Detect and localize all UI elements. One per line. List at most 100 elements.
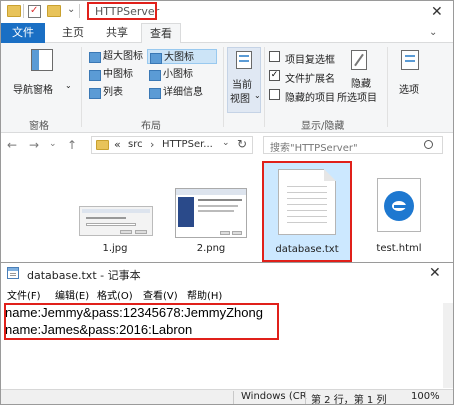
status-encoding: Windows (CR <box>241 391 307 402</box>
file-item-database-txt[interactable]: database.txt <box>262 161 352 262</box>
status-position: 第 2 行，第 1 列 <box>311 395 387 406</box>
close-icon[interactable]: ✕ <box>431 4 443 20</box>
file-name: 2.png <box>196 243 226 254</box>
check-icon: ✓ <box>270 70 279 80</box>
hide-selected-label-line2: 所选项目 <box>337 93 377 104</box>
up-arrow-icon[interactable]: ↑ <box>67 138 77 152</box>
address-bar-row: ← → ⌄ ↑ « src › HTTPSer... ⌄ ↻ 搜索"HTTPSe… <box>1 134 453 156</box>
search-input[interactable]: 搜索"HTTPServer" <box>270 139 358 154</box>
breadcrumb-segment-httpserver[interactable]: HTTPSer... <box>162 139 213 150</box>
layout-large-icons[interactable]: 大图标 <box>147 49 217 64</box>
file-name: database.txt <box>275 244 339 255</box>
folder-icon <box>96 140 109 150</box>
group-label-layout: 布局 <box>141 121 161 132</box>
breadcrumb-separator[interactable]: › <box>150 138 154 151</box>
group-label-panes: 窗格 <box>29 121 49 132</box>
checkbox-checked[interactable]: ✓ <box>269 70 280 81</box>
address-dropdown-icon[interactable]: ⌄ <box>222 138 230 148</box>
file-item-test-html[interactable]: test.html <box>359 176 439 262</box>
divider <box>233 391 234 404</box>
layout-small-icons[interactable]: 小图标 <box>147 67 217 82</box>
menu-view[interactable]: 查看(V) <box>143 287 178 302</box>
breadcrumb-segment-src[interactable]: src <box>128 139 143 150</box>
file-item-1-jpg[interactable]: 1.jpg <box>75 200 155 262</box>
chevron-down-icon: ⌄ <box>254 91 261 100</box>
divider <box>23 4 24 18</box>
divider <box>81 47 82 127</box>
tab-share[interactable]: 共享 <box>97 23 137 43</box>
tab-view[interactable]: 查看 <box>141 23 181 44</box>
layout-medium-icons[interactable]: 中图标 <box>87 67 147 82</box>
hide-selected-icon <box>351 50 367 70</box>
tab-file[interactable]: 文件 <box>1 23 45 43</box>
forward-arrow-icon[interactable]: → <box>29 138 39 152</box>
file-name: 1.jpg <box>102 243 128 254</box>
menu-format[interactable]: 格式(O) <box>97 287 133 302</box>
layout-details[interactable]: 详细信息 <box>147 85 217 100</box>
navigation-pane-icon <box>31 49 53 71</box>
options-button[interactable]: 选项 <box>391 47 431 113</box>
checkbox[interactable] <box>269 51 280 62</box>
layout-item-label: 大图标 <box>164 52 194 63</box>
current-view-icon <box>236 51 252 69</box>
jpg-thumbnail <box>79 206 153 236</box>
title-bar: ✓ ⌄ HTTPServer ✕ <box>1 1 453 23</box>
new-folder-icon[interactable] <box>47 5 61 17</box>
hide-selected-label-line1: 隐藏 <box>351 79 371 90</box>
navigation-pane-button[interactable]: 导航窗格 ⌄ <box>7 47 77 113</box>
notepad-menu-bar: 文件(F) 编辑(E) 格式(O) 查看(V) 帮助(H) <box>1 284 453 302</box>
layout-list[interactable]: 列表 <box>87 85 147 100</box>
breadcrumb-more[interactable]: « <box>114 138 121 151</box>
notepad-title-bar: database.txt - 记事本 ✕ <box>1 263 453 283</box>
current-view-button[interactable]: 当前 视图 ⌄ <box>227 47 261 113</box>
current-view-label-line1: 当前 <box>232 80 252 91</box>
menu-help[interactable]: 帮助(H) <box>187 287 222 302</box>
file-item-2-png[interactable]: 2.png <box>171 184 251 262</box>
recent-locations-icon[interactable]: ⌄ <box>49 139 57 149</box>
ribbon-collapse-icon[interactable]: ⌄ <box>429 27 437 38</box>
checkbox[interactable] <box>269 89 280 100</box>
highlight-box <box>87 2 157 20</box>
file-name: test.html <box>376 243 422 254</box>
layout-item-label: 小图标 <box>163 69 193 80</box>
file-explorer-window: ✓ ⌄ HTTPServer ✕ 文件 主页 共享 查看 ⌄ 导航窗格 ⌄ 窗格… <box>0 0 454 262</box>
highlight-box <box>4 303 279 340</box>
current-view-label-line2: 视图 <box>230 94 250 105</box>
ribbon: 导航窗格 ⌄ 窗格 超大图标 大图标 中图标 小图标 列表 详细信息 布局 当前… <box>1 43 453 133</box>
properties-icon[interactable]: ✓ <box>28 5 41 18</box>
back-arrow-icon[interactable]: ← <box>7 138 17 152</box>
chevron-down-icon: ⌄ <box>65 81 72 90</box>
ribbon-tabs: 文件 主页 共享 查看 ⌄ <box>1 23 453 44</box>
menu-edit[interactable]: 编辑(E) <box>55 287 89 302</box>
layout-item-label: 超大图标 <box>103 51 143 62</box>
refresh-icon[interactable]: ↻ <box>237 137 247 151</box>
hidden-items-label: 隐藏的项目 <box>285 93 335 104</box>
divider <box>223 47 224 127</box>
layout-item-label: 中图标 <box>103 69 133 80</box>
check-icon: ✓ <box>30 5 39 16</box>
search-box[interactable]: 搜索"HTTPServer" <box>263 136 443 154</box>
search-icon[interactable] <box>424 140 433 149</box>
text-file-icon <box>278 169 336 235</box>
divider <box>305 391 306 404</box>
status-zoom: 100% <box>411 391 440 402</box>
layout-item-label: 列表 <box>103 87 123 98</box>
notepad-title: database.txt - 记事本 <box>27 269 141 282</box>
html-file-icon <box>377 178 421 232</box>
qat-dropdown-icon[interactable]: ⌄ <box>67 4 75 15</box>
tab-home[interactable]: 主页 <box>53 23 93 43</box>
breadcrumb[interactable]: « src › HTTPSer... ⌄ ↻ <box>91 136 253 154</box>
item-checkboxes-label: 项目复选框 <box>285 55 335 66</box>
close-icon[interactable]: ✕ <box>429 265 441 281</box>
folder-icon <box>7 5 21 17</box>
notepad-icon <box>7 267 19 279</box>
divider <box>387 47 388 127</box>
options-icon <box>401 50 419 70</box>
options-label: 选项 <box>399 85 419 96</box>
vertical-scrollbar[interactable] <box>443 303 453 388</box>
status-bar: Windows (CR 第 2 行，第 1 列 100% <box>1 389 453 406</box>
menu-file[interactable]: 文件(F) <box>7 287 41 302</box>
hide-selected-items-button[interactable]: 隐藏 所选项目 <box>337 47 385 113</box>
divider <box>79 4 80 18</box>
layout-extra-large-icons[interactable]: 超大图标 <box>87 49 147 64</box>
